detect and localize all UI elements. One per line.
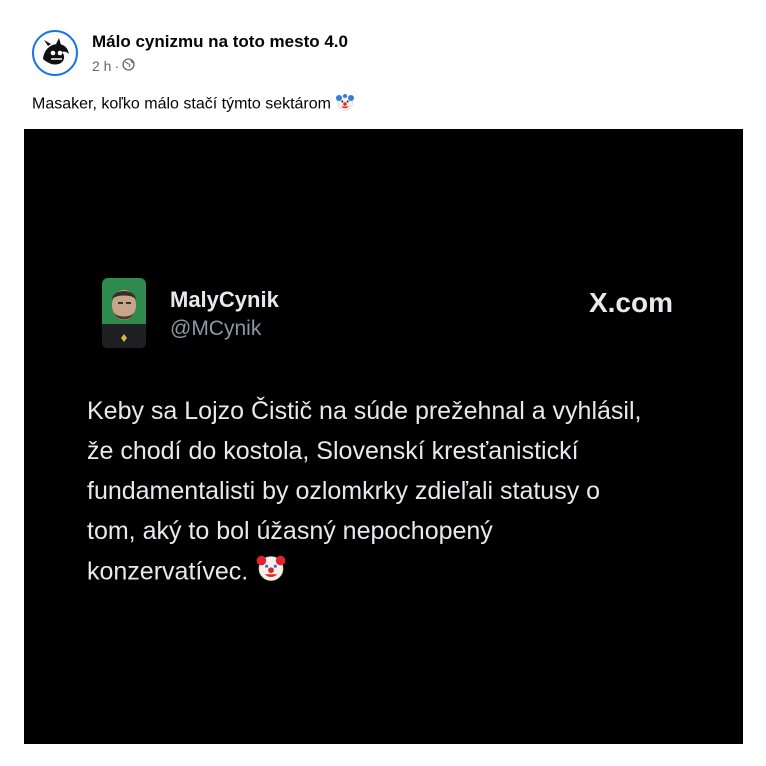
tweet-author-avatar (102, 278, 146, 348)
tweet-text-line: tom, aký to bol úžasný nepochopený (87, 517, 493, 545)
tweet-handle: @MCynik (170, 317, 262, 340)
tweet-text-line: že chodí do kostola, Slovenskí kresťanis… (87, 437, 579, 465)
tweet-text-line: fundamentalisti by ozlomkrky zdieľali st… (87, 477, 601, 505)
tweet-text-line: Keby sa Lojzo Čistič na súde prežehnal a… (87, 397, 642, 425)
meta-separator: · (114, 58, 120, 74)
post-caption: Masaker, koľko málo stačí týmto sektárom (32, 92, 355, 117)
page-avatar[interactable] (32, 30, 78, 76)
globe-icon[interactable] (122, 58, 135, 74)
tweet-text: Keby sa Lojzo Čistič na súde prežehnal a… (87, 391, 687, 595)
post-caption-text: Masaker, koľko málo stačí týmto sektárom (32, 95, 331, 113)
clown-face-icon (335, 92, 355, 117)
clown-face-icon (255, 551, 287, 595)
post-image[interactable]: MalyCynik @MCynik X.com Keby sa Lojzo Či… (24, 129, 743, 744)
post-header: Málo cynizmu na toto mesto 4.0 2 h · (32, 30, 732, 82)
tweet-last-line: konzervatívec. (87, 551, 687, 595)
tweet-text-line: konzervatívec. (87, 557, 249, 586)
page-name-link[interactable]: Málo cynizmu na toto mesto 4.0 (92, 32, 348, 52)
post-timestamp[interactable]: 2 h (92, 58, 111, 74)
post-meta: 2 h · (92, 58, 135, 74)
x-brand-label: X.com (588, 287, 673, 318)
tweet-display-name: MalyCynik (170, 287, 279, 312)
